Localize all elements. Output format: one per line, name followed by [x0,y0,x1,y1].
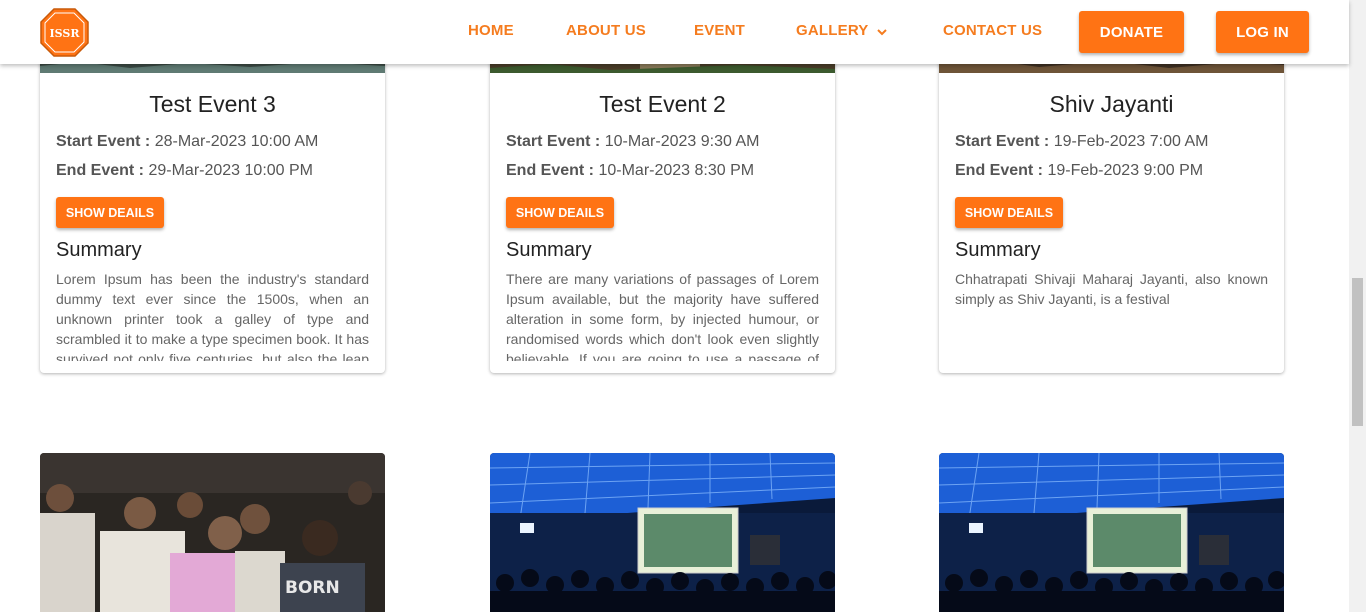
event-title: Test Event 3 [149,91,276,117]
nav-gallery[interactable]: GALLERY [796,22,869,39]
start-value: 10-Mar-2023 9:30 AM [604,133,760,150]
end-label: End Event : [56,162,145,179]
start-label: Start Event : [955,133,1050,150]
event-photo-hall [490,453,835,612]
gallery-photo[interactable]: BORN [40,453,385,612]
donate-button[interactable]: DONATE [1079,11,1184,53]
scrollbar-thumb[interactable] [1352,278,1363,426]
event-end: End Event : 19-Feb-2023 9:00 PM [955,162,1203,180]
nav-about-us[interactable]: ABOUT US [566,22,646,39]
event-card: Shiv Jayanti Start Event : 19-Feb-2023 7… [939,40,1284,373]
end-value: 10-Mar-2023 8:30 PM [598,162,755,179]
photo-shirt-text: BORN [285,578,340,598]
summary-text: Chhatrapati Shivaji Maharaj Jayanti, als… [955,271,1268,307]
gallery-photo[interactable] [939,453,1284,612]
page: ISSR HOME ABOUT US EVENT GALLERY CONTACT… [0,0,1366,612]
event-card: Test Event 2 Start Event : 10-Mar-2023 9… [490,40,835,373]
event-start: Start Event : 28-Mar-2023 10:00 AM [56,133,318,151]
event-photo-crowd: BORN [40,453,385,612]
event-title: Shiv Jayanti [1049,91,1174,117]
login-button[interactable]: LOG IN [1216,11,1309,53]
start-value: 19-Feb-2023 7:00 AM [1053,133,1209,150]
nav-contact-us[interactable]: CONTACT US [943,22,1042,39]
end-label: End Event : [506,162,595,179]
end-value: 29-Mar-2023 10:00 PM [148,162,313,179]
summary-text: There are many variations of passages of… [506,271,819,361]
event-start: Start Event : 19-Feb-2023 7:00 AM [955,133,1208,151]
show-details-button[interactable]: SHOW DEAILS [56,197,164,228]
summary-text: Lorem Ipsum has been the industry's stan… [56,271,369,361]
start-value: 28-Mar-2023 10:00 AM [154,133,319,150]
summary-heading: Summary [955,239,1041,261]
event-start: Start Event : 10-Mar-2023 9:30 AM [506,133,759,151]
start-label: Start Event : [56,133,151,150]
site-header: ISSR HOME ABOUT US EVENT GALLERY CONTACT… [0,0,1349,64]
gallery-photo[interactable] [490,453,835,612]
event-end: End Event : 10-Mar-2023 8:30 PM [506,162,754,180]
event-card: Test Event 3 Start Event : 28-Mar-2023 1… [40,40,385,373]
show-details-button[interactable]: SHOW DEAILS [955,197,1063,228]
issr-logo[interactable]: ISSR [40,8,89,57]
event-end: End Event : 29-Mar-2023 10:00 PM [56,162,313,180]
start-label: Start Event : [506,133,601,150]
nav-home[interactable]: HOME [468,22,514,39]
logo-text: ISSR [50,27,81,40]
nav-event[interactable]: EVENT [694,22,745,39]
summary-heading: Summary [56,239,142,261]
end-value: 19-Feb-2023 9:00 PM [1047,162,1204,179]
summary-heading: Summary [506,239,592,261]
chevron-down-icon[interactable] [876,26,888,38]
show-details-button[interactable]: SHOW DEAILS [506,197,614,228]
end-label: End Event : [955,162,1044,179]
event-title: Test Event 2 [599,91,726,117]
event-photo-hall [939,453,1284,612]
